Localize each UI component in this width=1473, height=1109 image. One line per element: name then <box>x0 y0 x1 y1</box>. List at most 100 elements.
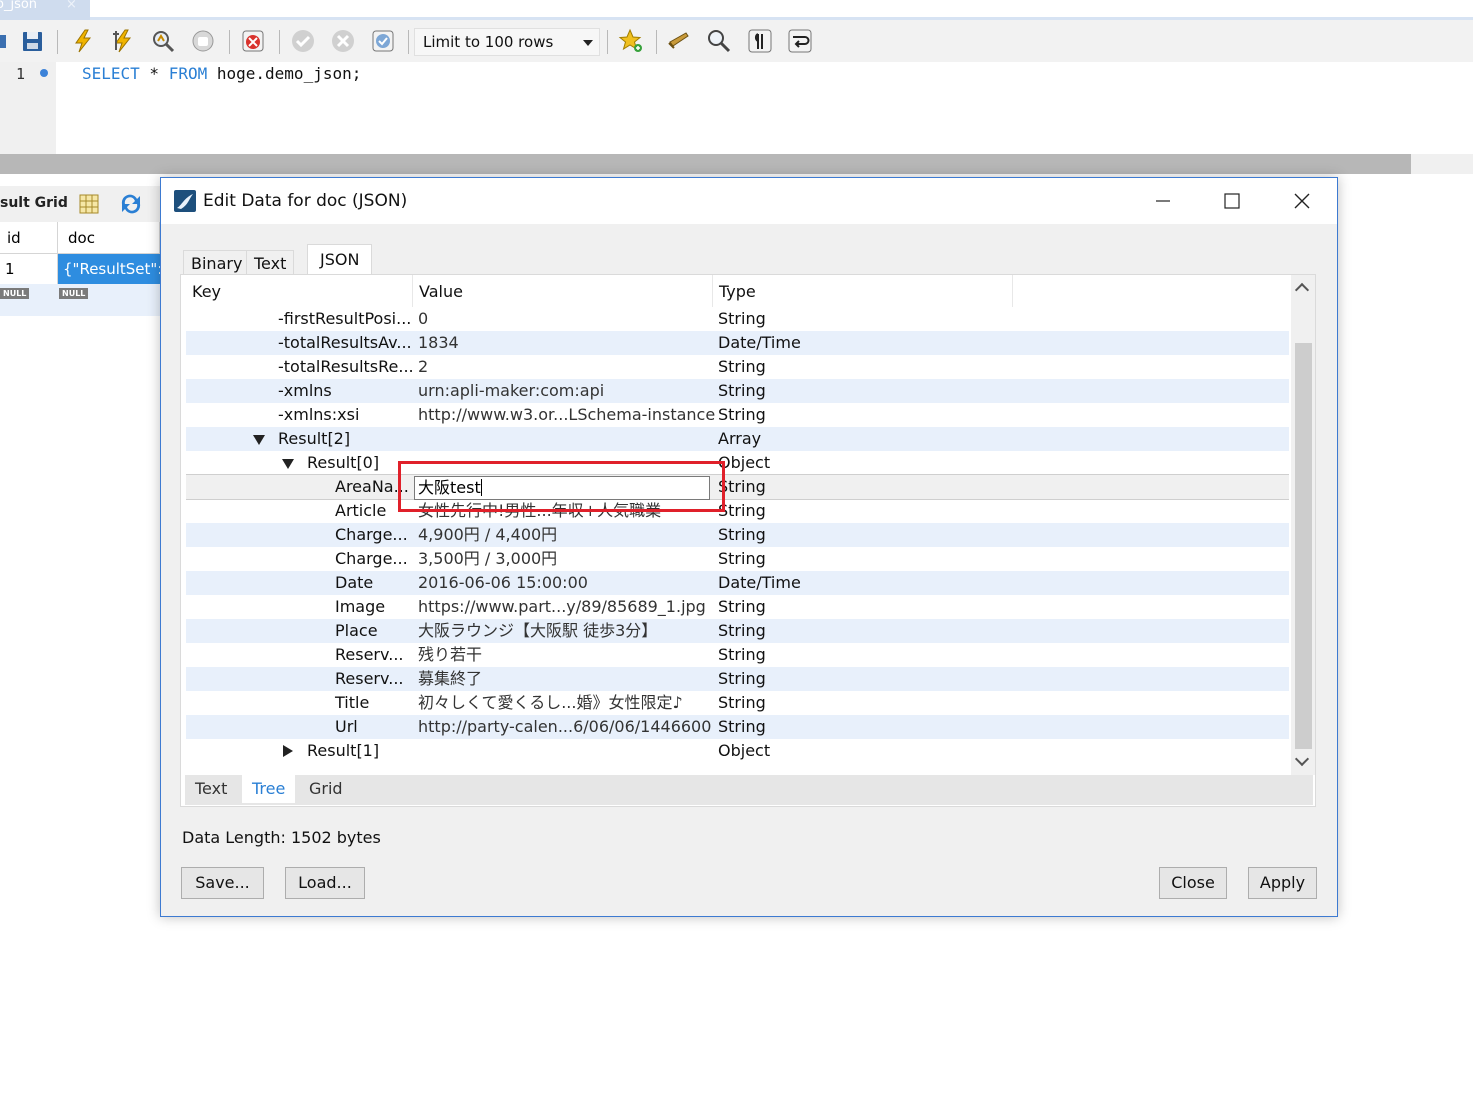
toolbar-separator <box>408 30 409 54</box>
toolbar-separator <box>57 30 58 54</box>
explain-icon[interactable] <box>150 28 176 54</box>
data-length-label: Data Length: 1502 bytes <box>182 828 381 847</box>
tree-row[interactable]: -xmlns:xsi http://www.w3.or...LSchema-in… <box>186 403 1289 427</box>
query-tab[interactable]: o_json × <box>0 0 90 20</box>
row-type: Array <box>718 429 762 448</box>
save-button[interactable]: Save... <box>181 867 264 899</box>
tree-row[interactable]: -firstResultPosi... 0 String <box>186 307 1289 331</box>
column-header-id[interactable]: id <box>0 222 58 254</box>
autocommit-icon[interactable] <box>370 28 396 54</box>
tree-row[interactable]: Title 初々しくて愛くるし...婚》女性限定♪ String <box>186 691 1289 715</box>
expand-arrow-icon[interactable] <box>253 435 265 445</box>
mysql-workbench-icon <box>174 190 196 212</box>
json-panel: Key Value Type -firstResultPosi... 0 Str… <box>180 274 1316 807</box>
tree-vertical-scrollbar[interactable] <box>1291 275 1315 775</box>
tree-row[interactable]: Charge... 3,500円 / 3,000円 String <box>186 547 1289 571</box>
open-file-icon[interactable] <box>0 28 12 54</box>
cell-id[interactable]: 1 <box>0 254 58 284</box>
tab-text[interactable]: Text <box>246 250 295 277</box>
wrap-lines-icon[interactable] <box>787 28 813 54</box>
row-key: -xmlns:xsi <box>278 405 360 424</box>
tree-row[interactable]: Place 大阪ラウンジ【大阪駅 徒歩3分】 String <box>186 619 1289 643</box>
find-icon[interactable] <box>706 28 732 54</box>
row-key: -xmlns <box>278 381 332 400</box>
result-grid-label[interactable]: sult Grid <box>0 195 68 211</box>
key-column-header[interactable]: Key <box>186 275 413 307</box>
row-key: -totalResultsRe... <box>278 357 414 376</box>
tree-row[interactable]: Reserv... 残り若干 String <box>186 643 1289 667</box>
tree-row[interactable]: Url http://party-calen...6/06/06/1446600… <box>186 715 1289 739</box>
tree-row[interactable]: Date 2016-06-06 15:00:00 Date/Time <box>186 571 1289 595</box>
tree-row-editing[interactable]: AreaNa... 大阪test String <box>186 474 1289 500</box>
beautify-broom-icon[interactable] <box>666 28 692 54</box>
tree-row-result-1[interactable]: Result[1] Object <box>186 739 1289 763</box>
close-tab-icon[interactable]: × <box>66 0 77 12</box>
row-key: Place <box>335 621 378 640</box>
tree-row[interactable]: Reserv... 募集終了 String <box>186 667 1289 691</box>
toggle-stop-on-error-icon[interactable] <box>240 28 266 54</box>
execute-current-icon[interactable] <box>110 28 136 54</box>
type-column-header[interactable]: Type <box>713 275 1013 307</box>
stop-icon[interactable] <box>190 28 216 54</box>
row-type: Date/Time <box>718 333 801 352</box>
tree-row-result-0[interactable]: Result[0] Object <box>186 451 1289 475</box>
row-key: -firstResultPosi... <box>278 309 412 328</box>
tree-row[interactable]: Article 女性先行中!男性...年収+人気職業 String <box>186 499 1289 523</box>
close-icon[interactable] <box>1267 178 1337 224</box>
tree-row-result-array[interactable]: Result[2] Array <box>186 427 1289 451</box>
save-icon[interactable] <box>20 28 46 54</box>
tree-row[interactable]: -xmlns urn:apli-maker:com:api String <box>186 379 1289 403</box>
execute-icon[interactable] <box>70 28 96 54</box>
load-button[interactable]: Load... <box>285 867 365 899</box>
expand-arrow-icon[interactable] <box>282 459 294 469</box>
null-badge: NULL <box>59 288 89 299</box>
row-type: String <box>718 525 766 544</box>
rollback-icon[interactable] <box>330 28 356 54</box>
row-key: Url <box>335 717 358 736</box>
apply-button[interactable]: Apply <box>1248 867 1317 899</box>
row-key: Date <box>335 573 374 592</box>
refresh-icon[interactable] <box>118 193 144 215</box>
tree-row[interactable]: Image https://www.part...y/89/85689_1.jp… <box>186 595 1289 619</box>
row-type: String <box>718 549 766 568</box>
view-mode-tabs: Text Tree Grid <box>185 775 1313 805</box>
tab-view-grid[interactable]: Grid <box>299 775 353 803</box>
cell-doc-selected[interactable]: {"ResultSet": <box>58 254 162 284</box>
tab-json[interactable]: JSON <box>307 244 373 277</box>
row-value: 残り若干 <box>418 645 483 664</box>
row-value: 2 <box>418 357 429 376</box>
editor-horizontal-scrollbar[interactable] <box>0 154 1411 174</box>
scrollbar-thumb[interactable] <box>1295 343 1312 749</box>
dialog-titlebar[interactable]: Edit Data for doc (JSON) <box>161 178 1337 224</box>
tree-row[interactable]: -totalResultsRe... 2 String <box>186 355 1289 379</box>
column-header-doc[interactable]: doc <box>58 222 160 254</box>
scroll-up-icon[interactable] <box>1294 282 1310 298</box>
scroll-down-icon[interactable] <box>1294 751 1310 767</box>
tab-view-tree[interactable]: Tree <box>242 775 296 803</box>
null-badge: NULL <box>0 288 30 299</box>
row-value: urn:apli-maker:com:api <box>418 381 605 400</box>
row-type: Object <box>718 741 771 760</box>
commit-icon[interactable] <box>290 28 316 54</box>
tree-row[interactable]: Charge... 4,900円 / 4,400円 String <box>186 523 1289 547</box>
row-value: 0 <box>418 309 429 328</box>
row-key: Reserv... <box>335 669 404 688</box>
invisible-chars-icon[interactable] <box>747 28 773 54</box>
tab-binary[interactable]: Binary <box>183 250 251 277</box>
sql-editor[interactable]: 1 SELECT * FROM hoge.demo_json; <box>0 62 1473 154</box>
sql-code-line[interactable]: SELECT * FROM hoge.demo_json; <box>82 64 361 83</box>
query-tab-bar: o_json × <box>0 0 1473 20</box>
close-button[interactable]: Close <box>1159 867 1227 899</box>
maximize-icon[interactable] <box>1197 178 1267 224</box>
value-column-header[interactable]: Value <box>413 275 713 307</box>
grid-view-icon[interactable] <box>78 193 100 215</box>
tree-row[interactable]: -totalResultsAv... 1834 Date/Time <box>186 331 1289 355</box>
row-type: String <box>718 669 766 688</box>
row-value: https://www.part...y/89/85689_1.jpg <box>418 597 706 616</box>
minimize-icon[interactable] <box>1127 178 1197 224</box>
collapse-arrow-icon[interactable] <box>283 745 293 757</box>
add-snippet-star-icon[interactable] <box>618 28 644 54</box>
limit-rows-select[interactable]: Limit to 100 rows <box>414 28 600 56</box>
sql-star: * <box>139 64 169 83</box>
tab-view-text[interactable]: Text <box>185 775 237 803</box>
